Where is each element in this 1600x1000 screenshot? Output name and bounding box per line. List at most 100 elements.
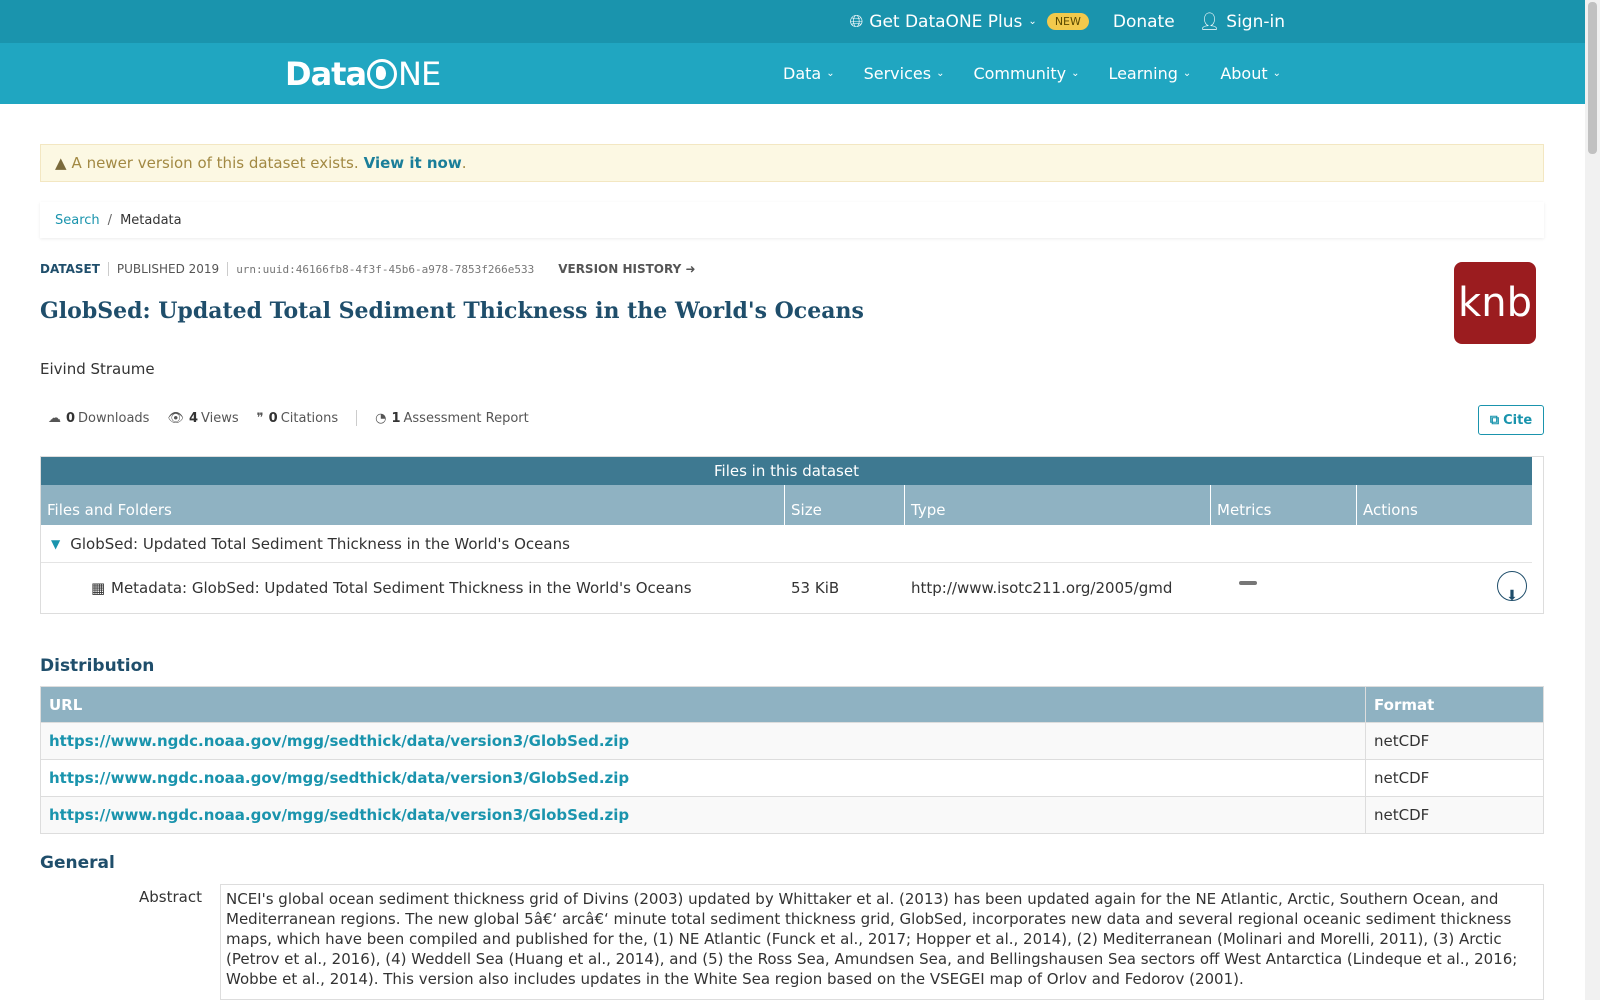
distribution-url-link[interactable]: https://www.ngdc.noaa.gov/mgg/sedthick/d…	[49, 806, 629, 824]
file-row: ▦ Metadata: GlobSed: Updated Total Sedim…	[41, 563, 1532, 613]
top-bar: 🌐︎ Get DataONE Plus ⌄ NEW Donate 👤︎ Sign…	[0, 0, 1585, 43]
format-cell: netCDF	[1365, 722, 1544, 760]
download-button[interactable]: ⬇	[1497, 571, 1527, 604]
nav-item-about[interactable]: About ⌄	[1220, 64, 1281, 83]
breadcrumb-separator: /	[107, 212, 113, 228]
eye-icon: 👁︎	[167, 410, 184, 426]
user-icon: 👤︎	[1198, 11, 1221, 32]
dataone-plus-menu[interactable]: 🌐︎ Get DataONE Plus ⌄ NEW	[850, 12, 1089, 32]
version-history-label: VERSION HISTORY	[558, 262, 682, 276]
dataset-title: GlobSed: Updated Total Sediment Thicknes…	[40, 298, 864, 324]
distribution-heading: Distribution	[40, 656, 155, 676]
col-size: Size	[785, 485, 905, 525]
chevron-down-icon: ⌄	[1272, 68, 1282, 79]
table-row: https://www.ngdc.noaa.gov/mgg/sedthick/d…	[40, 722, 1544, 760]
dataone-logo[interactable]: Data NE	[285, 55, 441, 93]
nav-label: Community	[973, 64, 1067, 83]
main-navbar: Data NE Data ⌄ Services ⌄ Community ⌄ Learn…	[0, 43, 1585, 104]
url-cell: https://www.ngdc.noaa.gov/mgg/sedthick/d…	[40, 722, 1366, 760]
citations-count: 0	[268, 410, 278, 426]
format-cell: netCDF	[1365, 759, 1544, 797]
view-it-now-link[interactable]: View it now	[364, 154, 462, 172]
divider	[227, 262, 229, 276]
dataone-plus-label: Get DataONE Plus	[869, 11, 1023, 32]
cite-label: Cite	[1503, 412, 1533, 428]
dataset-meta-line: DATASET PUBLISHED 2019 urn:uuid:46166fb8…	[40, 262, 696, 276]
general-heading: General	[40, 853, 115, 873]
views-count: 4	[188, 410, 199, 426]
citations-label: Citations	[280, 410, 339, 426]
files-table-header: Files and Folders Size Type Metrics Acti…	[41, 485, 1532, 525]
cite-button[interactable]: ⧉ Cite	[1478, 405, 1544, 435]
nav-menu: Data ⌄ Services ⌄ Community ⌄ Learning ⌄ Abo…	[783, 43, 1281, 104]
new-badge: NEW	[1046, 13, 1089, 30]
distribution-url-link[interactable]: https://www.ngdc.noaa.gov/mgg/sedthick/d…	[49, 732, 629, 750]
url-cell: https://www.ngdc.noaa.gov/mgg/sedthick/d…	[40, 759, 1366, 797]
file-type: http://www.isotc211.org/2005/gmd	[911, 579, 1173, 597]
scrollbar-thumb[interactable]	[1588, 2, 1597, 154]
version-history-link[interactable]: VERSION HISTORY ➜	[558, 262, 695, 276]
chevron-down-icon: ⌄	[1071, 68, 1080, 79]
views-metric-count: 4	[1248, 597, 1255, 610]
page-scrollbar[interactable]	[1585, 0, 1600, 1000]
col-metrics: Metrics	[1211, 485, 1357, 525]
alert-text: A newer version of this dataset exists.	[71, 154, 359, 172]
logo-text-ne: NE	[398, 55, 441, 93]
chevron-down-icon: ⌄	[826, 68, 835, 79]
top-bar-items: 🌐︎ Get DataONE Plus ⌄ NEW Donate 👤︎ Sign…	[850, 0, 1285, 43]
donate-label: Donate	[1112, 11, 1175, 32]
breadcrumb-search-link[interactable]: Search	[55, 213, 100, 228]
file-name[interactable]: Metadata: GlobSed: Updated Total Sedimen…	[111, 579, 692, 597]
assessment-count: 1	[391, 410, 401, 426]
distribution-url-link[interactable]: https://www.ngdc.noaa.gov/mgg/sedthick/d…	[49, 769, 629, 787]
abstract-text: NCEI's global ocean sediment thickness g…	[220, 884, 1544, 1000]
col-files-and-folders: Files and Folders	[41, 485, 785, 525]
downloads-count: 0	[66, 410, 76, 426]
dataset-type-label: DATASET	[40, 262, 100, 276]
quote-icon: ❞	[256, 410, 264, 426]
logo-text-data: Data	[285, 55, 367, 93]
sign-in-link[interactable]: 👤︎ Sign-in	[1199, 12, 1285, 32]
col-url: URL	[40, 686, 1366, 723]
divider	[107, 262, 109, 276]
dataset-author[interactable]: Eivind Straume	[40, 360, 155, 378]
col-type: Type	[905, 485, 1211, 525]
file-size: 53 KiB	[791, 579, 840, 597]
donate-link[interactable]: Donate	[1113, 12, 1175, 32]
gauge-icon: ◔	[375, 410, 387, 426]
breadcrumb: Search / Metadata	[40, 202, 1544, 238]
views-label: Views	[201, 410, 239, 426]
table-row: https://www.ngdc.noaa.gov/mgg/sedthick/d…	[40, 759, 1544, 797]
alert-period: .	[461, 154, 467, 172]
nav-item-data[interactable]: Data ⌄	[783, 64, 835, 83]
chevron-down-icon: ⌄	[936, 68, 945, 79]
assessment-label: Assessment Report	[403, 410, 529, 426]
downloads-stat: ☁ 0 Downloads	[48, 411, 149, 426]
nav-item-services[interactable]: Services ⌄	[864, 64, 945, 83]
nav-label: Data	[783, 64, 822, 83]
citations-stat: ❞ 0 Citations	[257, 411, 338, 426]
knb-repository-logo[interactable]: knb	[1454, 262, 1536, 344]
nav-item-learning[interactable]: Learning ⌄	[1108, 64, 1191, 83]
table-header-row: URL Format	[40, 686, 1544, 723]
files-table: Files in this dataset Files and Folders …	[40, 456, 1544, 614]
folder-name: GlobSed: Updated Total Sediment Thicknes…	[70, 534, 570, 553]
published-label: PUBLISHED 2019	[116, 262, 220, 276]
arrow-right-icon: ➜	[685, 262, 696, 276]
nav-label: Learning	[1108, 64, 1178, 83]
nav-item-community[interactable]: Community ⌄	[973, 64, 1079, 83]
table-row: https://www.ngdc.noaa.gov/mgg/sedthick/d…	[40, 796, 1544, 834]
chevron-down-icon: ⌄	[1182, 68, 1192, 79]
views-metric-badge: 👁︎ 4	[1239, 581, 1262, 610]
globe-plus-icon: 🌐︎	[849, 11, 864, 32]
cloud-download-icon: ⬇	[1506, 588, 1518, 604]
cloud-download-icon: ☁	[48, 410, 61, 426]
breadcrumb-current: Metadata	[120, 212, 182, 228]
globe-logo-icon	[367, 59, 398, 89]
copy-icon: ⧉	[1489, 412, 1500, 428]
url-cell: https://www.ngdc.noaa.gov/mgg/sedthick/d…	[40, 796, 1366, 834]
caret-down-icon[interactable]: ▼	[51, 537, 60, 551]
assessment-report-link[interactable]: ◔ 1 Assessment Report	[375, 411, 529, 426]
folder-row[interactable]: ▼ GlobSed: Updated Total Sediment Thickn…	[41, 525, 1532, 563]
chevron-down-icon: ⌄	[1028, 16, 1037, 27]
